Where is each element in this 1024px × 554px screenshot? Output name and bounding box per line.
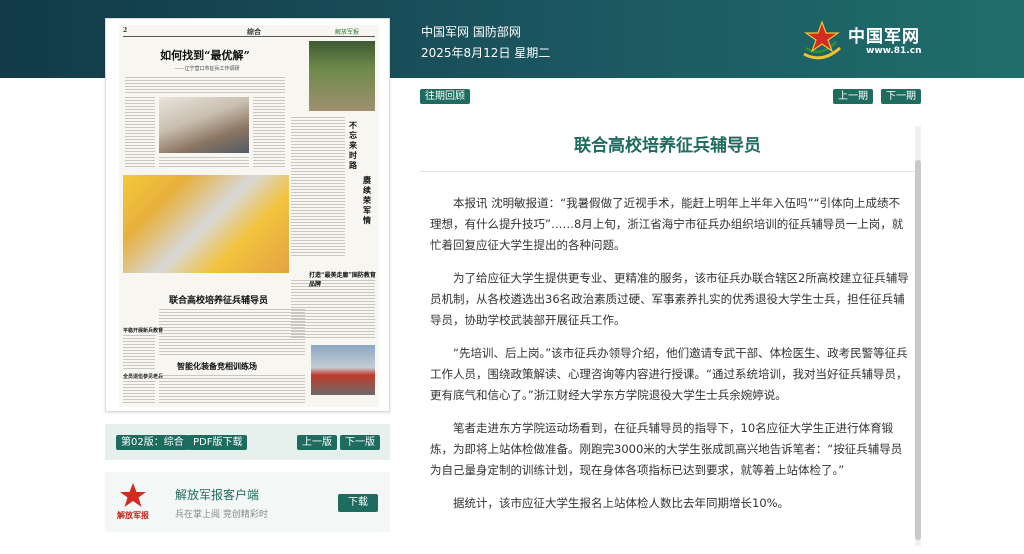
text-block: [125, 77, 285, 93]
article-scrollbar-thumb[interactable]: [915, 160, 921, 540]
article-link-bottom[interactable]: 智能化装备竞相训练场: [177, 361, 257, 372]
news-photo: [311, 345, 375, 395]
article-paragraph: 本报讯 沈明敏报道：“我暑假做了近视手术，能赶上明年上半年入伍吗”“引体向上成绩…: [430, 196, 904, 252]
article-link-main[interactable]: 如何找到“最优解”: [125, 47, 285, 63]
article-body: 本报讯 沈明敏报道：“我暑假做了近视手术，能赶上明年上半年入伍吗”“引体向上成绩…: [430, 193, 910, 526]
article-paragraph: 为了给应征大学生提供更专业、更精准的服务，该市征兵办联合辖区2所高校建立征兵辅导…: [430, 271, 909, 327]
news-photo: [123, 175, 289, 273]
article-link-vertical-1[interactable]: 不忘来时路: [349, 120, 363, 170]
client-app-promo: 解放军报 解放军报客户端 兵在掌上阅 竞创精彩时 下载: [105, 472, 390, 532]
prev-issue-button[interactable]: 上一期: [833, 89, 873, 104]
text-block: [125, 97, 155, 169]
client-download-button[interactable]: 下载: [338, 494, 378, 512]
text-block: [159, 157, 249, 169]
article-panel: 联合高校培养征兵辅导员 本报讯 沈明敏报道：“我暑假做了近视手术，能赶上明年上半…: [420, 125, 922, 554]
article-paragraph: 笔者走进东方学院运动场看到，在征兵辅导员的指导下，10名应征大学生正进行体育锻炼…: [430, 421, 903, 477]
article-link-side-1[interactable]: 平稳开展新兵教育: [123, 327, 163, 334]
page-number: 2: [123, 27, 128, 34]
client-subtitle: 兵在掌上阅 竞创精彩时: [175, 510, 268, 520]
issue-date: 2025年8月12日 星期二: [421, 46, 551, 60]
client-title[interactable]: 解放军报客户端: [175, 486, 259, 503]
article-paragraph: 据统计，该市应征大学生报名上站体检人数比去年同期增长10%。: [453, 496, 790, 510]
red-star-emblem-icon: [803, 20, 841, 60]
page-nav-bar: 第02版：综合 PDF版下载 上一版 下一版: [105, 424, 390, 460]
text-block: [291, 117, 345, 257]
text-block: [159, 375, 305, 403]
article-link-main-sub: ——辽宁营口市征兵工作调研: [174, 66, 240, 72]
text-block: [123, 335, 155, 369]
article-link-side-2[interactable]: 全员退伍参见老兵: [123, 373, 163, 380]
site-name[interactable]: 中国军网 国防部网: [421, 23, 521, 40]
client-logo: 解放军报: [115, 480, 151, 524]
article-link-mid[interactable]: 联合高校培养征兵辅导员: [169, 293, 268, 306]
logo-name: 中国军网: [848, 27, 920, 47]
text-block: [253, 97, 285, 169]
pdf-download-button[interactable]: PDF版下载: [188, 435, 248, 450]
newspaper-page-preview[interactable]: 2 综合 解放军报 如何找到“最优解” ——辽宁营口市征兵工作调研 不忘来时路 …: [105, 18, 390, 412]
next-page-button[interactable]: 下一版: [340, 435, 380, 450]
text-block: [123, 381, 155, 403]
next-issue-button[interactable]: 下一期: [881, 89, 921, 104]
article-link-right[interactable]: 打造“最美走廊”国防教育品牌: [309, 270, 379, 288]
divider: [420, 171, 915, 172]
article-link-vertical-2[interactable]: 赓续荣军情: [363, 175, 377, 225]
news-photo: [309, 41, 375, 111]
text-block: [159, 309, 305, 355]
newspaper-brand: 解放军报: [335, 29, 360, 36]
prev-page-button[interactable]: 上一版: [297, 435, 337, 450]
current-page-button[interactable]: 第02版：综合: [116, 435, 189, 450]
page-section: 综合: [247, 27, 261, 36]
article-title: 联合高校培养征兵辅导员: [574, 136, 761, 156]
news-photo: [159, 97, 249, 153]
logo-url: www.81.cn: [866, 46, 922, 56]
history-button[interactable]: 往期回顾: [420, 89, 470, 104]
client-logo-text: 解放军报: [117, 510, 149, 520]
article-paragraph: “先培训、后上岗。”该市征兵办领导介绍，他们邀请专武干部、体检医生、政考民警等征…: [430, 346, 908, 402]
newspaper-page[interactable]: 2 综合 解放军报 如何找到“最优解” ——辽宁营口市征兵工作调研 不忘来时路 …: [119, 25, 379, 407]
newspaper-masthead: 2 综合 解放军报: [123, 27, 375, 37]
site-logo[interactable]: 中国军网 www.81.cn: [800, 18, 925, 62]
